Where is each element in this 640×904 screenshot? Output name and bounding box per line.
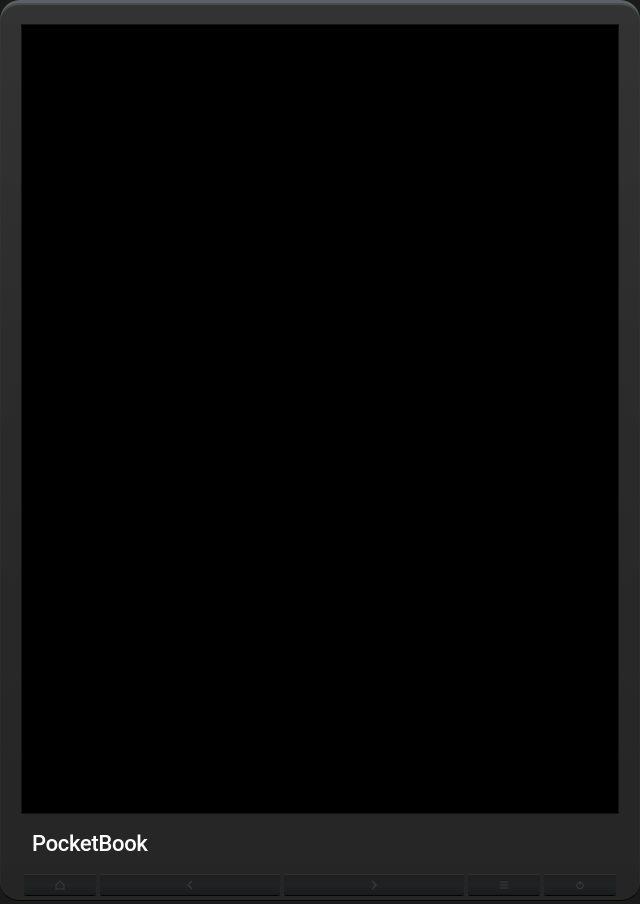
home-icon [55, 880, 65, 890]
power-button[interactable] [544, 874, 616, 896]
home-button[interactable] [24, 874, 96, 896]
power-icon [575, 880, 585, 890]
next-page-button[interactable] [284, 874, 464, 896]
brand-logo: PocketBook [32, 832, 148, 857]
prev-page-button[interactable] [100, 874, 280, 896]
chevron-right-icon [370, 880, 378, 890]
menu-button[interactable] [468, 874, 540, 896]
device-frame: PocketBook [0, 0, 640, 904]
chevron-left-icon [186, 880, 194, 890]
screen[interactable] [21, 24, 619, 814]
menu-icon [499, 880, 509, 890]
hardware-button-row [24, 874, 616, 896]
chin-area: PocketBook [0, 811, 640, 901]
